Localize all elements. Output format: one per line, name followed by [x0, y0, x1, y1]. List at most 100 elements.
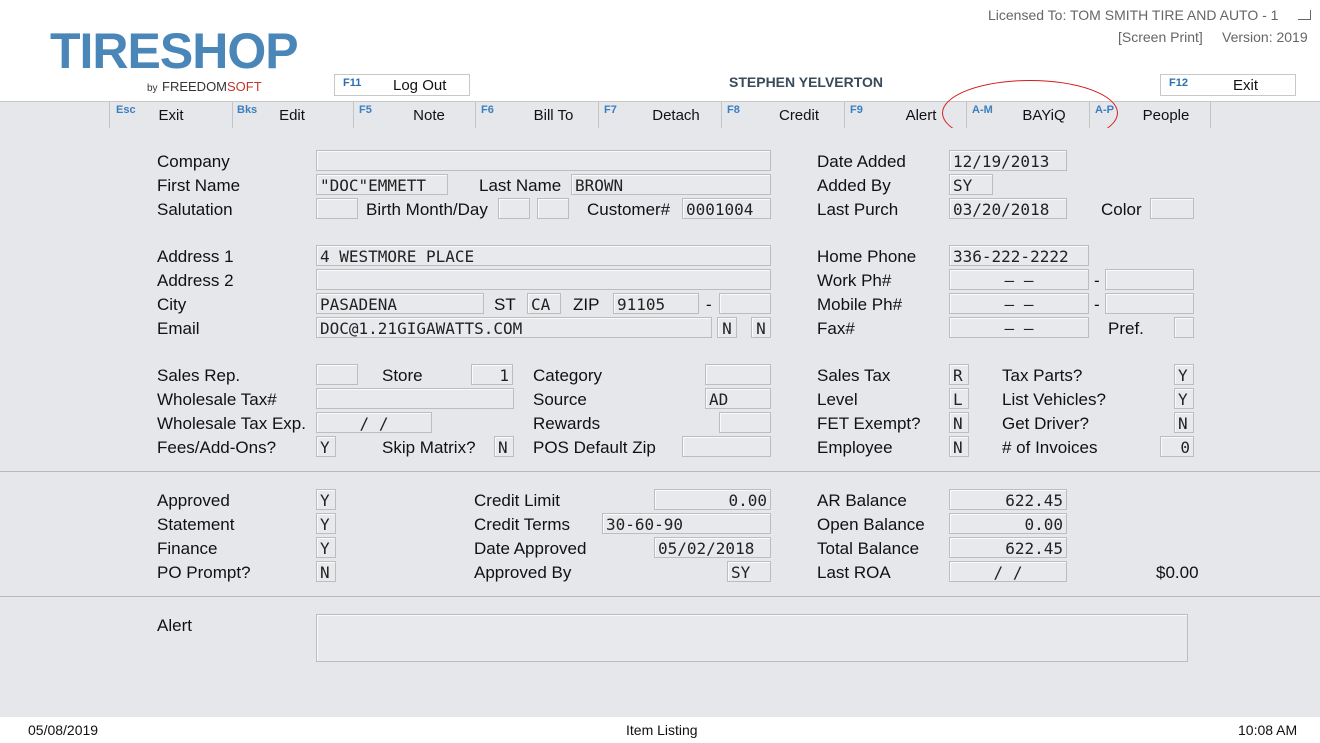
- key-f5: F5: [359, 104, 372, 116]
- customer-field[interactable]: 0001004: [682, 198, 771, 219]
- work-ext-dash: -: [1094, 271, 1100, 290]
- statement-field[interactable]: Y: [316, 513, 336, 534]
- num-invoices-field[interactable]: 0: [1160, 436, 1194, 457]
- zip-field[interactable]: 91105: [613, 293, 699, 314]
- list-vehicles-field[interactable]: Y: [1174, 388, 1194, 409]
- screen-print-link[interactable]: [Screen Print]: [1118, 29, 1203, 45]
- date-approved-field[interactable]: 05/02/2018: [654, 537, 771, 558]
- toolbar-note[interactable]: F5 Note: [353, 102, 476, 128]
- first-name-field[interactable]: "DOC"EMMETT: [316, 174, 448, 195]
- total-balance-field[interactable]: 622.45: [949, 537, 1067, 558]
- mobile-ph-label: Mobile Ph#: [817, 295, 903, 314]
- open-balance-label: Open Balance: [817, 515, 925, 534]
- level-field[interactable]: L: [949, 388, 969, 409]
- statement-label: Statement: [157, 515, 235, 534]
- sales-rep-label: Sales Rep.: [157, 366, 241, 385]
- logo: TIRESHOP: [50, 22, 299, 80]
- finance-label: Finance: [157, 539, 218, 558]
- email-flag1-field[interactable]: N: [717, 317, 737, 338]
- toolbar-detach-label: Detach: [652, 107, 700, 124]
- salutation-field[interactable]: [316, 198, 358, 219]
- mobile-ext-field[interactable]: [1105, 293, 1194, 314]
- work-ph-field[interactable]: – –: [949, 269, 1089, 290]
- key-f7: F7: [604, 104, 617, 116]
- work-ph-label: Work Ph#: [817, 271, 892, 290]
- birth-label: Birth Month/Day: [366, 200, 488, 219]
- toolbar-bill-to-label: Bill To: [533, 107, 574, 124]
- last-roa-field[interactable]: / /: [949, 561, 1067, 582]
- address1-field[interactable]: 4 WESTMORE PLACE: [316, 245, 771, 266]
- source-field[interactable]: AD: [705, 388, 771, 409]
- skip-matrix-field[interactable]: N: [494, 436, 514, 457]
- alert-field[interactable]: [316, 614, 1188, 662]
- fax-label: Fax#: [817, 319, 855, 338]
- source-label: Source: [533, 390, 587, 409]
- get-driver-field[interactable]: N: [1174, 412, 1194, 433]
- approved-field[interactable]: Y: [316, 489, 336, 510]
- fees-field[interactable]: Y: [316, 436, 336, 457]
- toolbar-edit-label: Edit: [279, 107, 305, 124]
- logout-button[interactable]: F11 Log Out: [334, 74, 470, 96]
- rewards-field[interactable]: [719, 412, 771, 433]
- logo-by: by: [147, 83, 158, 94]
- last-name-field[interactable]: BROWN: [571, 174, 771, 195]
- approved-by-label: Approved By: [474, 563, 572, 582]
- mobile-ph-field[interactable]: – –: [949, 293, 1089, 314]
- birth-day-field[interactable]: [537, 198, 569, 219]
- credit-limit-field[interactable]: 0.00: [654, 489, 771, 510]
- email-field[interactable]: DOC@1.21GIGAWATTS.COM: [316, 317, 712, 338]
- employee-field[interactable]: N: [949, 436, 969, 457]
- zip-dash: -: [706, 295, 712, 314]
- exit-top-label: Exit: [1233, 77, 1259, 94]
- po-prompt-field[interactable]: N: [316, 561, 336, 582]
- approved-label: Approved: [157, 491, 230, 510]
- sales-tax-field[interactable]: R: [949, 364, 969, 385]
- zip-ext-field[interactable]: [719, 293, 771, 314]
- open-balance-field[interactable]: 0.00: [949, 513, 1067, 534]
- category-field[interactable]: [705, 364, 771, 385]
- pref-field[interactable]: [1174, 317, 1194, 338]
- date-added-field[interactable]: 12/19/2013: [949, 150, 1067, 171]
- key-f9: F9: [850, 104, 863, 116]
- store-field[interactable]: 1: [471, 364, 513, 385]
- last-purch-field[interactable]: 03/20/2018: [949, 198, 1067, 219]
- wholesale-exp-field[interactable]: / /: [316, 412, 432, 433]
- toolbar: Esc Exit Bks Edit F5 Note F6 Bill To F7 …: [0, 101, 1320, 129]
- email-flag2-field[interactable]: N: [751, 317, 771, 338]
- exit-top-button[interactable]: F12 Exit: [1160, 74, 1296, 96]
- pref-label: Pref.: [1108, 319, 1144, 338]
- st-field[interactable]: CA: [527, 293, 561, 314]
- divider: [0, 596, 1320, 597]
- wholesale-tax-label: Wholesale Tax#: [157, 390, 277, 409]
- city-field[interactable]: PASADENA: [316, 293, 484, 314]
- pos-zip-field[interactable]: [682, 436, 771, 457]
- address2-field[interactable]: [316, 269, 771, 290]
- toolbar-edit[interactable]: Bks Edit: [231, 102, 354, 128]
- wholesale-tax-field[interactable]: [316, 388, 514, 409]
- added-by-label: Added By: [817, 176, 891, 195]
- work-ext-field[interactable]: [1105, 269, 1194, 290]
- fax-field[interactable]: – –: [949, 317, 1089, 338]
- credit-terms-field[interactable]: 30-60-90: [602, 513, 771, 534]
- ar-balance-field[interactable]: 622.45: [949, 489, 1067, 510]
- minimize-icon[interactable]: [1298, 10, 1311, 20]
- added-by-field[interactable]: SY: [949, 174, 993, 195]
- toolbar-exit[interactable]: Esc Exit: [109, 102, 233, 128]
- sales-rep-field[interactable]: [316, 364, 358, 385]
- finance-field[interactable]: Y: [316, 537, 336, 558]
- color-field[interactable]: [1150, 198, 1194, 219]
- rewards-label: Rewards: [533, 414, 601, 433]
- ar-balance-label: AR Balance: [817, 491, 907, 510]
- company-field[interactable]: [316, 150, 771, 171]
- approved-by-field[interactable]: SY: [727, 561, 771, 582]
- toolbar-bill-to[interactable]: F6 Bill To: [475, 102, 599, 128]
- tax-parts-field[interactable]: Y: [1174, 364, 1194, 385]
- toolbar-credit[interactable]: F8 Credit: [721, 102, 845, 128]
- salutation-label: Salutation: [157, 200, 233, 219]
- last-roa-label: Last ROA: [817, 563, 891, 582]
- customer-label: Customer#: [587, 200, 671, 219]
- toolbar-detach[interactable]: F7 Detach: [598, 102, 722, 128]
- fet-exempt-field[interactable]: N: [949, 412, 969, 433]
- birth-month-field[interactable]: [498, 198, 530, 219]
- home-phone-field[interactable]: 336-222-2222: [949, 245, 1089, 266]
